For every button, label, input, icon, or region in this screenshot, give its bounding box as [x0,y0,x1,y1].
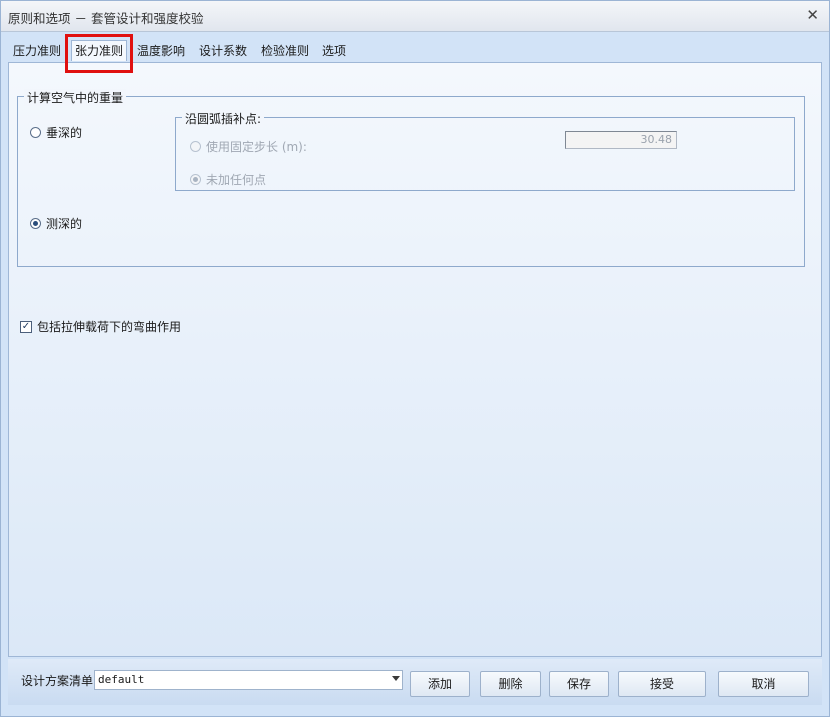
accept-button[interactable]: 接受 [618,671,706,697]
tab-options[interactable]: 选项 [322,42,346,60]
radio-tvd-indicator[interactable] [30,127,41,138]
radio-fixed-step-indicator[interactable] [190,141,201,152]
footer-bar: 设计方案清单 default 添加 删除 保存 接受 取消 [8,659,822,705]
radio-md-indicator[interactable] [30,218,41,229]
dialog-window: 原则和选项 － 套管设计和强度校验 ✕ 压力准则 张力准则 温度影响 设计系数 … [0,0,830,717]
radio-md-label: 测深的 [46,217,83,231]
arc-interpolation-group: 沿圆弧插补点: 使用固定步长 (m): 未加任何点 [175,110,795,191]
radio-fixed-step-label: 使用固定步长 (m): [206,140,307,154]
radio-tvd[interactable]: 垂深的 [30,124,82,141]
radio-fixed-step[interactable]: 使用固定步长 (m): [190,138,307,155]
weight-in-air-group-title: 计算空气中的重量 [24,89,127,106]
tab-design-factors[interactable]: 设计系数 [199,42,247,60]
tab-strip: 压力准则 张力准则 温度影响 设计系数 检验准则 选项 [1,32,829,62]
tab-pressure-criteria[interactable]: 压力准则 [13,42,61,60]
design-plan-select[interactable]: default [94,670,403,690]
design-plan-value: default [98,673,145,686]
bending-checkbox[interactable]: ✓ 包括拉伸载荷下的弯曲作用 [20,318,181,335]
radio-tvd-label: 垂深的 [46,126,83,140]
add-button[interactable]: 添加 [410,671,470,697]
weight-in-air-group: 计算空气中的重量 垂深的 测深的 沿圆弧插补点: 使用固定步长 (m): 未加任… [17,89,805,267]
delete-button[interactable]: 删除 [480,671,541,697]
close-icon[interactable]: ✕ [806,6,819,24]
arc-interpolation-group-title: 沿圆弧插补点: [182,110,265,127]
chevron-down-icon[interactable] [392,676,400,681]
radio-md[interactable]: 测深的 [30,215,82,232]
fixed-step-input[interactable]: 30.48 [565,131,677,149]
tab-check-criteria[interactable]: 检验准则 [261,42,309,60]
tab-temperature-effects[interactable]: 温度影响 [137,42,185,60]
bending-checkbox-label: 包括拉伸载荷下的弯曲作用 [37,320,182,334]
window-title: 原则和选项 － 套管设计和强度校验 [8,11,204,26]
cancel-button[interactable]: 取消 [718,671,809,697]
radio-no-points[interactable]: 未加任何点 [190,171,266,188]
title-bar[interactable]: 原则和选项 － 套管设计和强度校验 ✕ [1,1,829,32]
radio-no-points-label: 未加任何点 [206,173,267,187]
tension-criteria-panel: 计算空气中的重量 垂深的 测深的 沿圆弧插补点: 使用固定步长 (m): 未加任… [8,62,822,657]
design-plan-label: 设计方案清单 [21,674,94,688]
save-button[interactable]: 保存 [549,671,609,697]
radio-no-points-indicator[interactable] [190,174,201,185]
tab-tension-criteria[interactable]: 张力准则 [71,40,128,61]
bending-checkbox-box[interactable]: ✓ [20,320,32,333]
